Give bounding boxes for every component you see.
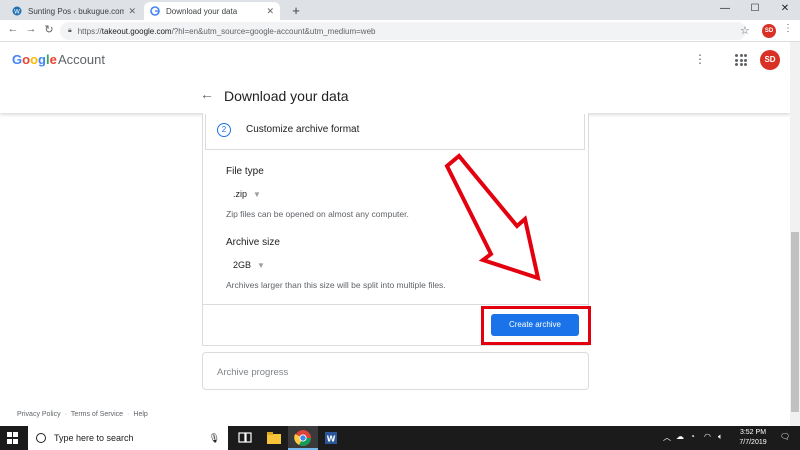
chrome-taskbar-button[interactable] (288, 426, 318, 450)
forward-arrow-icon[interactable]: → (24, 23, 38, 35)
google-account-header: Google Account ⋮ SD (0, 42, 790, 79)
star-icon[interactable]: ☆ (740, 24, 750, 37)
reload-icon[interactable]: ↻ (42, 23, 56, 36)
url-path: /?hl=en&utm_source=google-account&utm_me… (171, 26, 376, 36)
taskbar-search-box[interactable]: Type here to search 🎙︎ (28, 426, 228, 450)
archive-size-value: 2GB (233, 260, 252, 270)
taskbar-search-placeholder: Type here to search (54, 433, 134, 443)
svg-text:W: W (14, 9, 20, 16)
tab-bukugue[interactable]: W Sunting Pos ‹ bukugue.com — W ✕ (6, 2, 142, 20)
footer-separator: · (64, 411, 67, 418)
google-logo[interactable]: Google (12, 52, 57, 67)
notification-icon[interactable]: 🗨︎ (780, 432, 790, 441)
search-icon (36, 433, 46, 443)
task-view-icon[interactable] (236, 429, 254, 447)
chrome-icon (294, 430, 311, 446)
google-favicon-icon (150, 6, 160, 16)
wifi-icon[interactable]: ◠ (704, 432, 711, 441)
microphone-icon[interactable]: 🎙︎ (209, 433, 220, 444)
tab-download-your-data[interactable]: Download your data ✕ (144, 2, 280, 20)
browser-tab-strip: W Sunting Pos ‹ bukugue.com — W ✕ Downlo… (0, 0, 800, 20)
network-icon[interactable]: ◔ (690, 432, 695, 441)
address-bar[interactable]: 🔒︎ https://takeout.google.com/?hl=en&utm… (60, 22, 746, 40)
account-product-name: Account (58, 52, 105, 67)
close-tab-icon[interactable]: ✕ (266, 6, 274, 17)
tab-title: Download your data (166, 6, 238, 16)
page-footer: Privacy Policy · Terms of Service · Help (17, 411, 148, 418)
browser-profile-avatar[interactable]: SD (762, 24, 776, 38)
footer-separator: · (127, 411, 130, 418)
back-arrow-icon[interactable]: ← (200, 86, 214, 102)
step-number: 2 (217, 123, 231, 137)
clock-time: 3:52 PM (739, 429, 767, 436)
url-host: takeout.google.com (101, 26, 172, 36)
maximize-window-icon[interactable]: ☐ (740, 0, 770, 20)
file-type-hint: Zip files can be opened on almost any co… (226, 209, 409, 219)
clock-date: 7/7/2019 (739, 439, 767, 446)
tab-title: Sunting Pos ‹ bukugue.com — W (28, 6, 125, 16)
close-window-icon[interactable]: ✕ (770, 0, 800, 20)
footer-link-terms[interactable]: Terms of Service (71, 411, 123, 418)
footer-link-privacy[interactable]: Privacy Policy (17, 411, 61, 418)
file-type-label: File type (226, 166, 264, 177)
divider (203, 304, 588, 305)
footer-link-help[interactable]: Help (133, 411, 147, 418)
caret-down-icon: ▼ (257, 261, 265, 270)
page-title: Download your data (224, 88, 349, 104)
back-arrow-icon[interactable]: ← (6, 23, 20, 35)
archive-size-select[interactable]: 2GB ▼ (233, 260, 265, 270)
file-type-value: .zip (233, 189, 248, 199)
account-avatar[interactable]: SD (760, 50, 780, 70)
chrome-menu-icon[interactable]: ⋮ (783, 23, 793, 34)
url-scheme: https:// (77, 26, 102, 36)
windows-start-icon[interactable] (7, 432, 19, 444)
archive-size-label: Archive size (226, 237, 280, 248)
minimize-window-icon[interactable]: — (710, 0, 740, 20)
lock-icon: 🔒︎ (68, 27, 72, 34)
caret-down-icon: ▼ (253, 190, 261, 199)
step-header[interactable]: 2 Customize archive format (205, 114, 585, 150)
archive-size-hint: Archives larger than this size will be s… (226, 280, 446, 290)
svg-text:W: W (327, 435, 336, 444)
step-title: Customize archive format (246, 124, 360, 135)
windows-taskbar: Type here to search 🎙︎ W ︿ ☁︎ ◔ ◠ 🔈︎ 3:5… (0, 426, 800, 450)
apps-grid-icon[interactable] (735, 54, 747, 66)
wordpress-favicon-icon: W (12, 6, 22, 16)
arrow-annotation-icon (444, 153, 541, 281)
word-icon[interactable]: W (322, 429, 340, 447)
more-vert-icon[interactable]: ⋮ (694, 52, 706, 66)
archive-progress-card[interactable]: Archive progress (202, 352, 589, 390)
page-subheader: ← Download your data (0, 79, 790, 113)
archive-progress-label: Archive progress (217, 367, 289, 378)
scrollbar-thumb[interactable] (791, 232, 799, 412)
file-explorer-icon[interactable] (265, 429, 283, 447)
file-type-select[interactable]: .zip ▼ (233, 189, 261, 199)
volume-icon[interactable]: 🔈︎ (718, 432, 723, 442)
new-tab-button[interactable]: + (288, 3, 304, 18)
system-clock[interactable]: 3:52 PM 7/7/2019 (733, 428, 773, 448)
red-highlight-box (481, 306, 591, 345)
weather-icon[interactable]: ☁︎ (676, 432, 684, 441)
tray-chevron-icon[interactable]: ︿ (663, 432, 671, 443)
close-tab-icon[interactable]: ✕ (128, 6, 136, 17)
browser-toolbar: ← → ↻ 🔒︎ https://takeout.google.com/?hl=… (0, 20, 800, 42)
